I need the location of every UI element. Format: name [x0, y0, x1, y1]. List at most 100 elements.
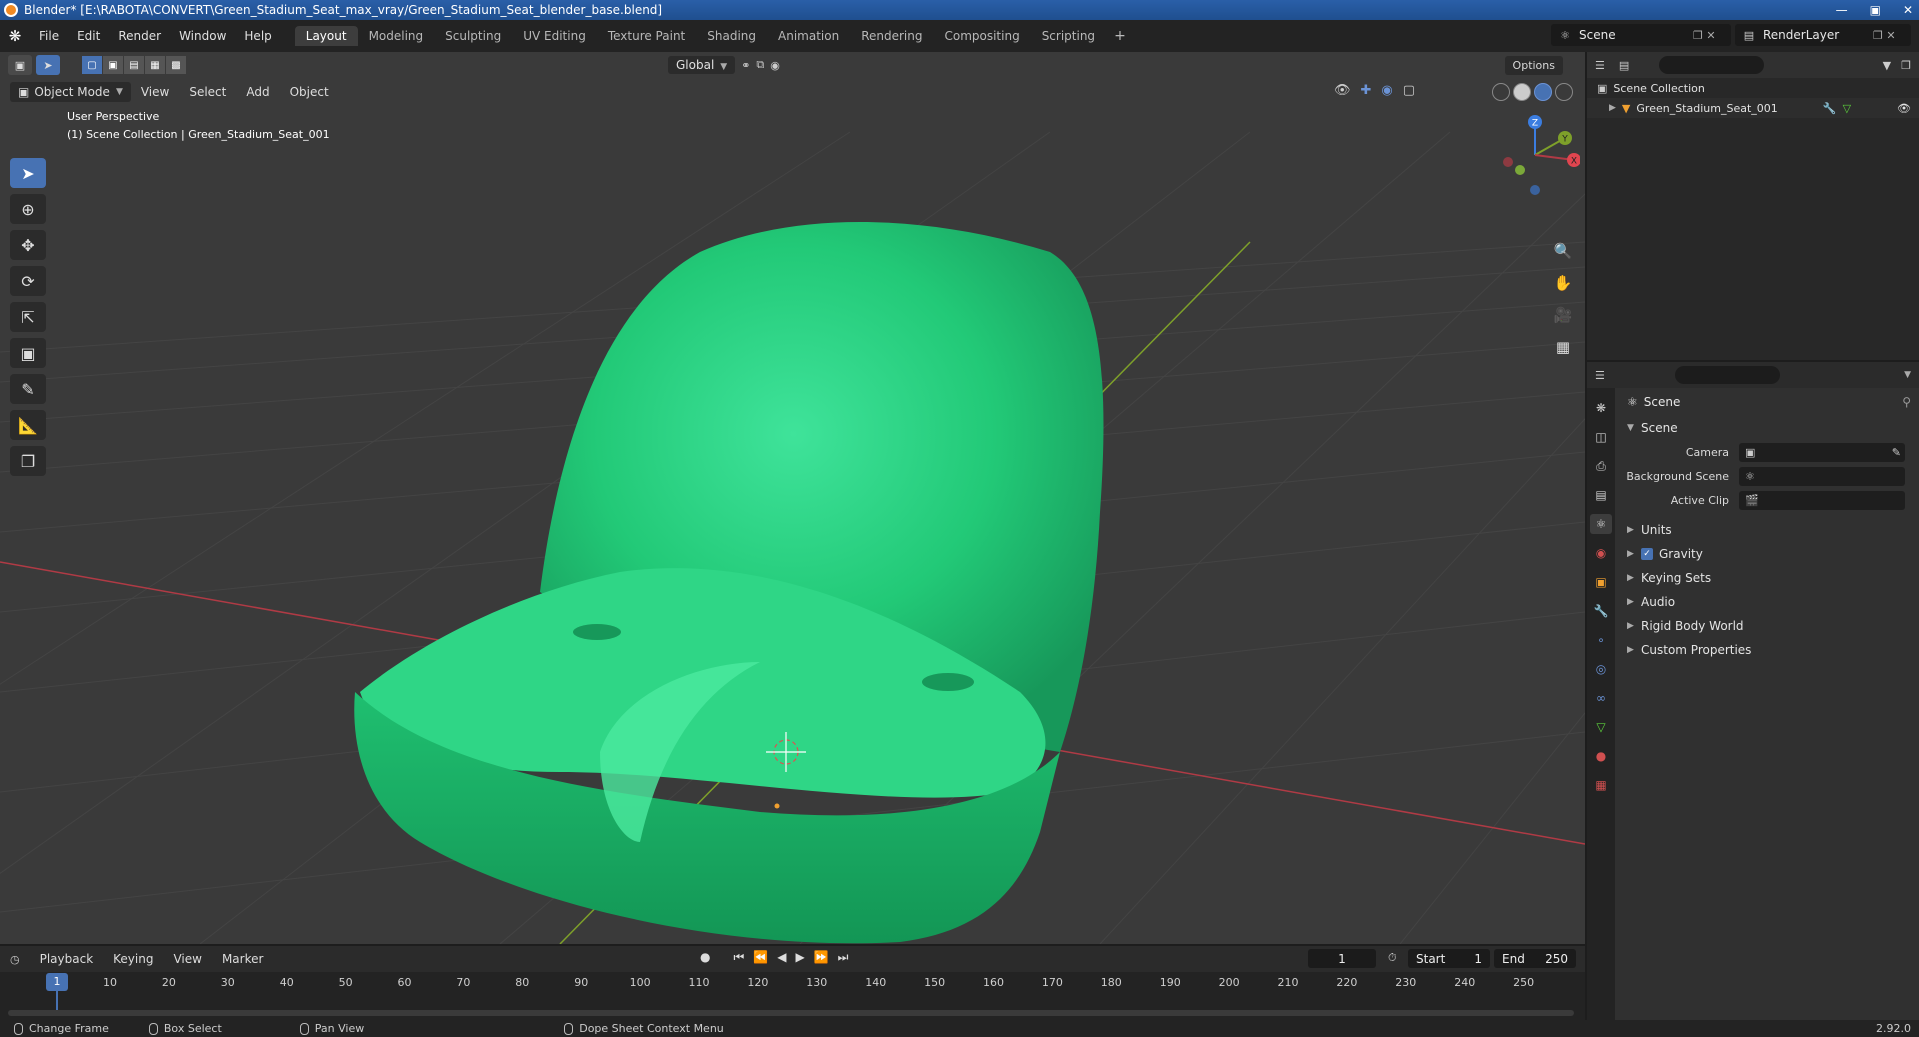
navigation-gizmo[interactable]: Z Y X	[1490, 110, 1580, 200]
panel-scene-header[interactable]: ▼ Scene	[1617, 416, 1919, 440]
menu-help[interactable]: Help	[235, 20, 280, 52]
select-invert-icon[interactable]: ▦	[145, 56, 165, 74]
material-tab-icon[interactable]: ●	[1590, 746, 1612, 766]
particles-tab-icon[interactable]: ∘	[1590, 630, 1612, 650]
visibility-eye-icon[interactable]: 👁	[1334, 83, 1351, 98]
object-mode-dropdown[interactable]: ▣ Object Mode ▼	[10, 82, 131, 102]
modifier-tab-icon[interactable]: 🔧	[1590, 601, 1612, 621]
modifier-wrench-icon[interactable]: 🔧	[1823, 102, 1837, 115]
active-clip-field[interactable]: 🎬	[1739, 490, 1905, 510]
panel-keying-sets[interactable]: ▶ Keying Sets	[1617, 566, 1919, 590]
select-tool-icon[interactable]: ➤	[36, 55, 60, 75]
editor-type-icon[interactable]: ▣	[8, 55, 32, 75]
zoom-icon[interactable]: 🔍	[1550, 242, 1576, 264]
rotate-tool-icon[interactable]: ⟳	[10, 266, 46, 296]
timeline-scrollbar[interactable]	[8, 1010, 1574, 1016]
timeline-editor-icon[interactable]: ◷	[10, 953, 20, 966]
jump-end-icon[interactable]: ⏭	[838, 950, 849, 965]
cursor-tool-icon[interactable]: ⊕	[10, 194, 46, 224]
select-box-tool-icon[interactable]: ➤	[10, 158, 46, 188]
gravity-checkbox[interactable]: ✓	[1641, 548, 1653, 560]
material-preview-shading-icon[interactable]	[1534, 83, 1552, 101]
menu-render[interactable]: Render	[109, 20, 170, 52]
layer-copy-delete-icons[interactable]: ❐ ✕	[1873, 29, 1911, 42]
rendered-shading-icon[interactable]	[1555, 83, 1573, 101]
tab-sculpting[interactable]: Sculpting	[434, 26, 512, 46]
minimize-icon[interactable]: —	[1836, 3, 1848, 17]
background-scene-field[interactable]: ⚛	[1739, 466, 1905, 486]
options-dropdown[interactable]: Options	[1504, 56, 1563, 75]
select-extend-icon[interactable]: ▣	[103, 56, 123, 74]
outliner-search-input[interactable]	[1659, 56, 1765, 74]
end-frame-field[interactable]: End 250	[1494, 949, 1576, 968]
tab-uv-editing[interactable]: UV Editing	[512, 26, 597, 46]
record-icon[interactable]: ●	[700, 950, 710, 965]
filter-icon[interactable]: ▼	[1883, 59, 1891, 72]
texture-tab-icon[interactable]: ▦	[1590, 775, 1612, 795]
viewport-menu-add[interactable]: Add	[236, 85, 279, 99]
camera-field[interactable]: ▣ ✎	[1739, 442, 1905, 462]
timeline-menu-playback[interactable]: Playback	[30, 952, 104, 966]
tab-compositing[interactable]: Compositing	[933, 26, 1030, 46]
physics-tab-icon[interactable]: ◎	[1590, 659, 1612, 679]
view-layer-tab-icon[interactable]: ▤	[1590, 485, 1612, 505]
viewport-menu-select[interactable]: Select	[179, 85, 236, 99]
viewport-scene[interactable]	[0, 52, 1585, 944]
display-mode-icon[interactable]: ▤	[1619, 59, 1629, 72]
prev-keyframe-icon[interactable]: ⏪	[753, 950, 768, 965]
menu-file[interactable]: File	[30, 20, 68, 52]
new-collection-icon[interactable]: ❐	[1901, 59, 1911, 72]
tab-layout[interactable]: Layout	[294, 26, 358, 46]
play-icon[interactable]: ▶	[795, 950, 804, 965]
render-tab-icon[interactable]: ◫	[1590, 427, 1612, 447]
transform-tool-icon[interactable]: ▣	[10, 338, 46, 368]
viewport-menu-view[interactable]: View	[131, 85, 179, 99]
scene-tab-icon[interactable]: ⚛	[1590, 514, 1612, 534]
menu-window[interactable]: Window	[170, 20, 235, 52]
chevron-down-icon[interactable]: ▼	[1904, 370, 1911, 380]
tab-scripting[interactable]: Scripting	[1031, 26, 1106, 46]
select-subtract-icon[interactable]: ▤	[124, 56, 144, 74]
play-reverse-icon[interactable]: ◀	[777, 950, 786, 965]
scene-name[interactable]: Scene	[1579, 28, 1693, 42]
timeline-menu-view[interactable]: View	[163, 952, 211, 966]
scale-tool-icon[interactable]: ⇱	[10, 302, 46, 332]
xray-icon[interactable]: ▢	[1403, 83, 1415, 98]
scene-copy-delete-icons[interactable]: ❐ ✕	[1693, 29, 1731, 42]
pan-hand-icon[interactable]: ✋	[1550, 274, 1576, 296]
tab-modeling[interactable]: Modeling	[358, 26, 435, 46]
proportional-edit-icon[interactable]: ◉	[770, 59, 780, 72]
current-frame-marker[interactable]: 1	[46, 973, 68, 991]
panel-custom-properties[interactable]: ▶ Custom Properties	[1617, 638, 1919, 662]
data-tab-icon[interactable]: ▽	[1590, 717, 1612, 737]
timeline-menu-keying[interactable]: Keying	[103, 952, 163, 966]
panel-gravity[interactable]: ▶ ✓ Gravity	[1617, 542, 1919, 566]
timeline-ruler[interactable]: 10 20 30 40 50 60 70 80 90 100 110 120 130 140 150 160 1…	[0, 972, 1585, 994]
outliner-editor-icon[interactable]: ☰	[1595, 59, 1605, 72]
scene-selector[interactable]: ⚛ Scene ❐ ✕	[1551, 24, 1731, 46]
tab-texture-paint[interactable]: Texture Paint	[597, 26, 696, 46]
viewport-menu-object[interactable]: Object	[280, 85, 339, 99]
ortho-grid-icon[interactable]: ▦	[1550, 338, 1576, 360]
gizmo-toggle-icon[interactable]: ✚	[1360, 83, 1371, 98]
blender-logo-icon[interactable]: ❋	[0, 27, 30, 45]
panel-units[interactable]: ▶ Units	[1617, 518, 1919, 542]
object-tab-icon[interactable]: ▣	[1590, 572, 1612, 592]
timeline-editor[interactable]: ◷ Playback Keying View Marker ● ⏮ ⏪ ◀ ▶ …	[0, 946, 1585, 1020]
measure-tool-icon[interactable]: 📐	[10, 410, 46, 440]
pivot-icon[interactable]: ⚭	[741, 59, 750, 72]
green-stadium-seat-mesh[interactable]	[354, 222, 1104, 944]
eyedropper-icon[interactable]: ✎	[1892, 446, 1901, 459]
pin-icon[interactable]: ⚲	[1902, 395, 1911, 409]
output-tab-icon[interactable]: ⎙	[1590, 456, 1612, 476]
world-tab-icon[interactable]: ◉	[1590, 543, 1612, 563]
wireframe-shading-icon[interactable]	[1492, 83, 1510, 101]
stopwatch-icon[interactable]: ⏱	[1388, 951, 1397, 965]
3d-viewport[interactable]: ▣ ➤ ▢ ▣ ▤ ▦ ▩ Global ▼ ⚭ ⧉ ◉ Options ▣ Obj…	[0, 52, 1585, 944]
menu-edit[interactable]: Edit	[68, 20, 109, 52]
timeline-menu-marker[interactable]: Marker	[212, 952, 273, 966]
mesh-data-icon[interactable]: ▽	[1843, 102, 1851, 115]
properties-search-input[interactable]	[1674, 366, 1780, 384]
close-icon[interactable]: ✕	[1903, 3, 1913, 17]
expand-arrow-icon[interactable]: ▶	[1609, 103, 1616, 113]
